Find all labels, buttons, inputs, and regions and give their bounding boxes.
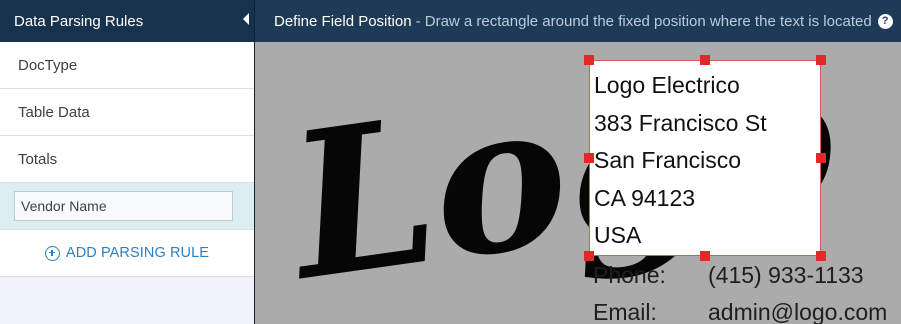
selected-line: Logo Electrico bbox=[594, 72, 740, 98]
main-title: Define Field Position bbox=[274, 12, 412, 30]
add-parsing-rule-button[interactable]: ADD PARSING RULE bbox=[0, 230, 254, 277]
plus-circle-icon bbox=[44, 245, 60, 261]
resize-handle-top[interactable] bbox=[700, 55, 710, 65]
resize-handle-left[interactable] bbox=[584, 153, 594, 163]
help-icon[interactable]: ? bbox=[877, 13, 893, 29]
rule-item-label: DocType bbox=[18, 56, 78, 74]
resize-handle-top-right[interactable] bbox=[816, 55, 826, 65]
add-parsing-rule-label: ADD PARSING RULE bbox=[65, 245, 210, 261]
rule-item-vendor-name[interactable] bbox=[0, 183, 254, 230]
selected-line: CA 94123 bbox=[594, 185, 695, 211]
sidebar: Data Parsing Rules DocType Table Data To… bbox=[0, 0, 254, 324]
collapse-arrow-icon[interactable] bbox=[243, 13, 249, 25]
rule-item-label: Table Data bbox=[18, 103, 90, 121]
resize-handle-top-left[interactable] bbox=[584, 55, 594, 65]
rule-item-table-data[interactable]: Table Data bbox=[0, 89, 254, 136]
main-header: Define Field Position - Draw a rectangle… bbox=[255, 0, 901, 42]
resize-handle-bottom[interactable] bbox=[700, 251, 710, 261]
selected-line: 383 Francisco St bbox=[594, 110, 767, 136]
main-panel: Define Field Position - Draw a rectangle… bbox=[254, 0, 901, 324]
rule-item-totals[interactable]: Totals bbox=[0, 136, 254, 183]
resize-handle-bottom-right[interactable] bbox=[816, 251, 826, 261]
selected-line: USA bbox=[594, 222, 642, 248]
document-canvas[interactable]: Logo Phone: (415) 933-1133 Email: admin@… bbox=[255, 42, 901, 324]
main-instruction: - Draw a rectangle around the fixed posi… bbox=[415, 12, 872, 30]
sidebar-title: Data Parsing Rules bbox=[14, 12, 144, 30]
vendor-name-input[interactable] bbox=[14, 191, 233, 221]
selected-line: San Francisco bbox=[594, 147, 741, 173]
selection-rectangle[interactable]: Logo Electrico 383 Francisco St San Fran… bbox=[589, 60, 821, 256]
resize-handle-bottom-left[interactable] bbox=[584, 251, 594, 261]
rule-item-doctype[interactable]: DocType bbox=[0, 42, 254, 89]
selected-text: Logo Electrico 383 Francisco St San Fran… bbox=[594, 72, 767, 248]
rule-item-label: Totals bbox=[18, 150, 58, 168]
sidebar-header: Data Parsing Rules bbox=[0, 0, 254, 42]
resize-handle-right[interactable] bbox=[816, 153, 826, 163]
